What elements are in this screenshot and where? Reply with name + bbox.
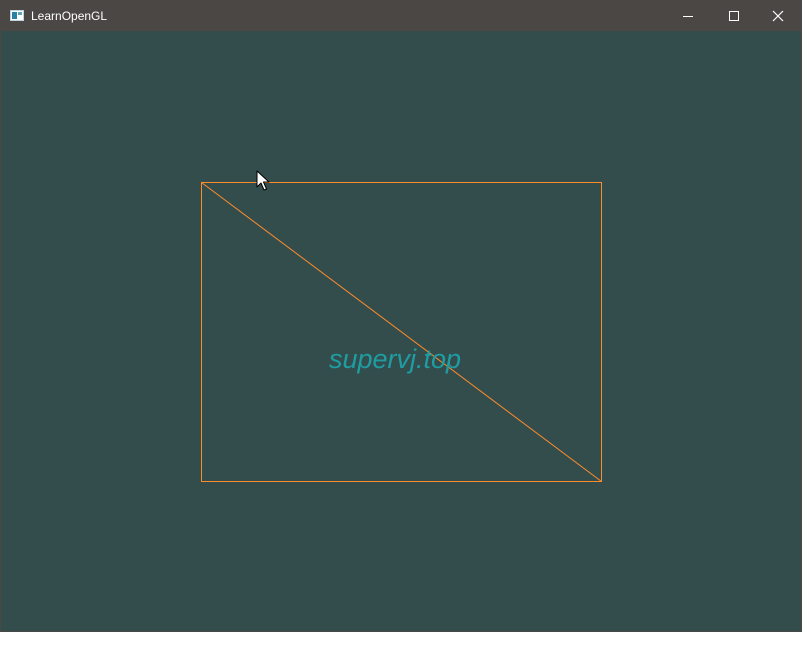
minimize-icon — [683, 16, 693, 17]
close-icon — [772, 10, 784, 22]
watermark-text: supervj.top — [329, 344, 462, 374]
opengl-viewport[interactable]: supervj.top — [1, 31, 801, 631]
close-button[interactable] — [755, 1, 801, 31]
window-title: LearnOpenGL — [31, 9, 108, 23]
minimize-button[interactable] — [665, 1, 711, 31]
wireframe-scene — [201, 182, 602, 482]
app-window-icon — [10, 10, 24, 21]
app-window: LearnOpenGL supervj.top — [0, 0, 802, 632]
title-bar[interactable]: LearnOpenGL — [1, 1, 801, 31]
wireframe-diagonal — [201, 182, 602, 482]
arrow-pointer-icon — [256, 170, 270, 191]
maximize-icon — [729, 11, 739, 21]
maximize-button[interactable] — [711, 1, 757, 31]
